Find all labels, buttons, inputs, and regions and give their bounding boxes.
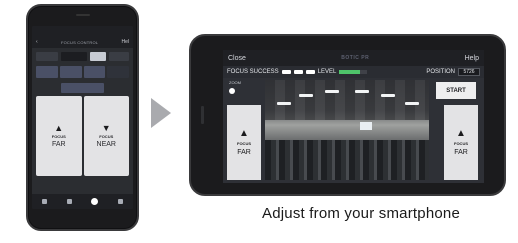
settings-icon[interactable] [118,199,124,204]
focus-far-right-small-label: FOCUS [454,141,468,146]
app-title: FOCUS CONTROL [60,39,99,45]
adjust-icon[interactable] [66,199,72,204]
start-button[interactable]: START [436,82,476,99]
phone-speaker [76,14,90,16]
preview-lights [265,88,429,116]
app-header: ‹ FOCUS CONTROL Hel [32,36,133,48]
arrow-up-icon: ▲ [54,123,64,133]
portrait-phone: ‹ FOCUS CONTROL Hel ▲ FOCUS FAR ▼ FOCUS … [26,4,139,231]
phone-side-button [201,106,204,124]
camera-icon[interactable] [91,198,99,205]
back-button[interactable]: ‹ [36,39,38,45]
zoom-label: ZOOM [229,80,241,85]
success-indicator [293,70,303,74]
ceiling-light [325,90,339,93]
focus-far-right-button[interactable]: ▲ FOCUS FAR [444,105,478,180]
help-link[interactable]: Hel [121,39,129,45]
ceiling-light [355,90,369,93]
setting-input[interactable] [61,52,87,61]
grid-icon[interactable] [41,199,47,204]
zoom-toggle[interactable] [229,88,247,94]
focus-controls: ▲ FOCUS FAR ▼ FOCUS NEAR [36,96,129,176]
mode-tab[interactable] [36,66,58,78]
setting-toggle[interactable] [90,52,106,61]
focus-status-bar: FOCUS SUCCESS LEVEL POSITION 5726 [223,66,484,78]
mode-tab[interactable] [107,66,129,78]
setting-label [36,52,58,61]
focus-far-left-small-label: FOCUS [237,141,251,146]
landscape-phone: Close BOTIC PR Help FOCUS SUCCESS LEVEL … [189,34,506,196]
level-meter [339,70,368,74]
focus-far-button[interactable]: ▲ FOCUS FAR [36,96,82,176]
focus-far-left-button[interactable]: ▲ FOCUS FAR [227,105,261,180]
caption: Adjust from your smartphone [262,205,460,222]
focus-success-label: FOCUS SUCCESS [227,69,279,75]
preview-projector-screen [360,122,372,130]
help-button[interactable]: Help [465,55,479,62]
mode-tab[interactable] [83,66,106,78]
setting-value [109,52,129,61]
focus-far-left-label: FAR [237,149,251,156]
ceiling-light [299,94,313,97]
chevron-right-icon [151,98,171,128]
brand-label: BOTIC PR [341,55,370,61]
settings-row [36,52,129,61]
status-bar [32,26,133,36]
level-label: LEVEL [317,69,337,75]
success-indicator [305,70,315,74]
arrow-down-icon: ▼ [101,123,111,133]
zoom-knob[interactable] [229,88,235,94]
focus-far-label: FAR [51,141,66,148]
close-button[interactable]: Close [228,55,246,62]
focus-near-button[interactable]: ▼ FOCUS NEAR [83,96,129,176]
landscape-screen: Close BOTIC PR Help FOCUS SUCCESS LEVEL … [223,50,484,183]
portrait-screen: ‹ FOCUS CONTROL Hel ▲ FOCUS FAR ▼ FOCUS … [32,26,133,209]
focus-far-small-label: FOCUS [51,134,66,139]
bottom-tab-bar [32,194,133,209]
success-indicator [281,70,291,74]
level-meter-fill [339,70,361,74]
ceiling-light [381,94,395,97]
camera-preview [265,80,429,180]
arrow-up-icon: ▲ [239,128,249,139]
top-bar: Close BOTIC PR Help [223,50,484,66]
position-group: POSITION 5726 [426,68,480,76]
preview-desks [265,140,429,180]
position-label: POSITION [426,69,455,75]
ceiling-light [277,102,291,105]
position-value: 5726 [458,68,480,76]
mode-tab[interactable] [59,66,82,78]
arrow-up-icon: ▲ [456,128,466,139]
focus-near-label: NEAR [96,141,116,148]
focus-near-small-label: FOCUS [99,134,114,139]
mode-tabs [36,66,129,78]
ceiling-light [405,102,419,105]
mode-button[interactable] [61,83,104,93]
focus-far-right-label: FAR [454,149,468,156]
